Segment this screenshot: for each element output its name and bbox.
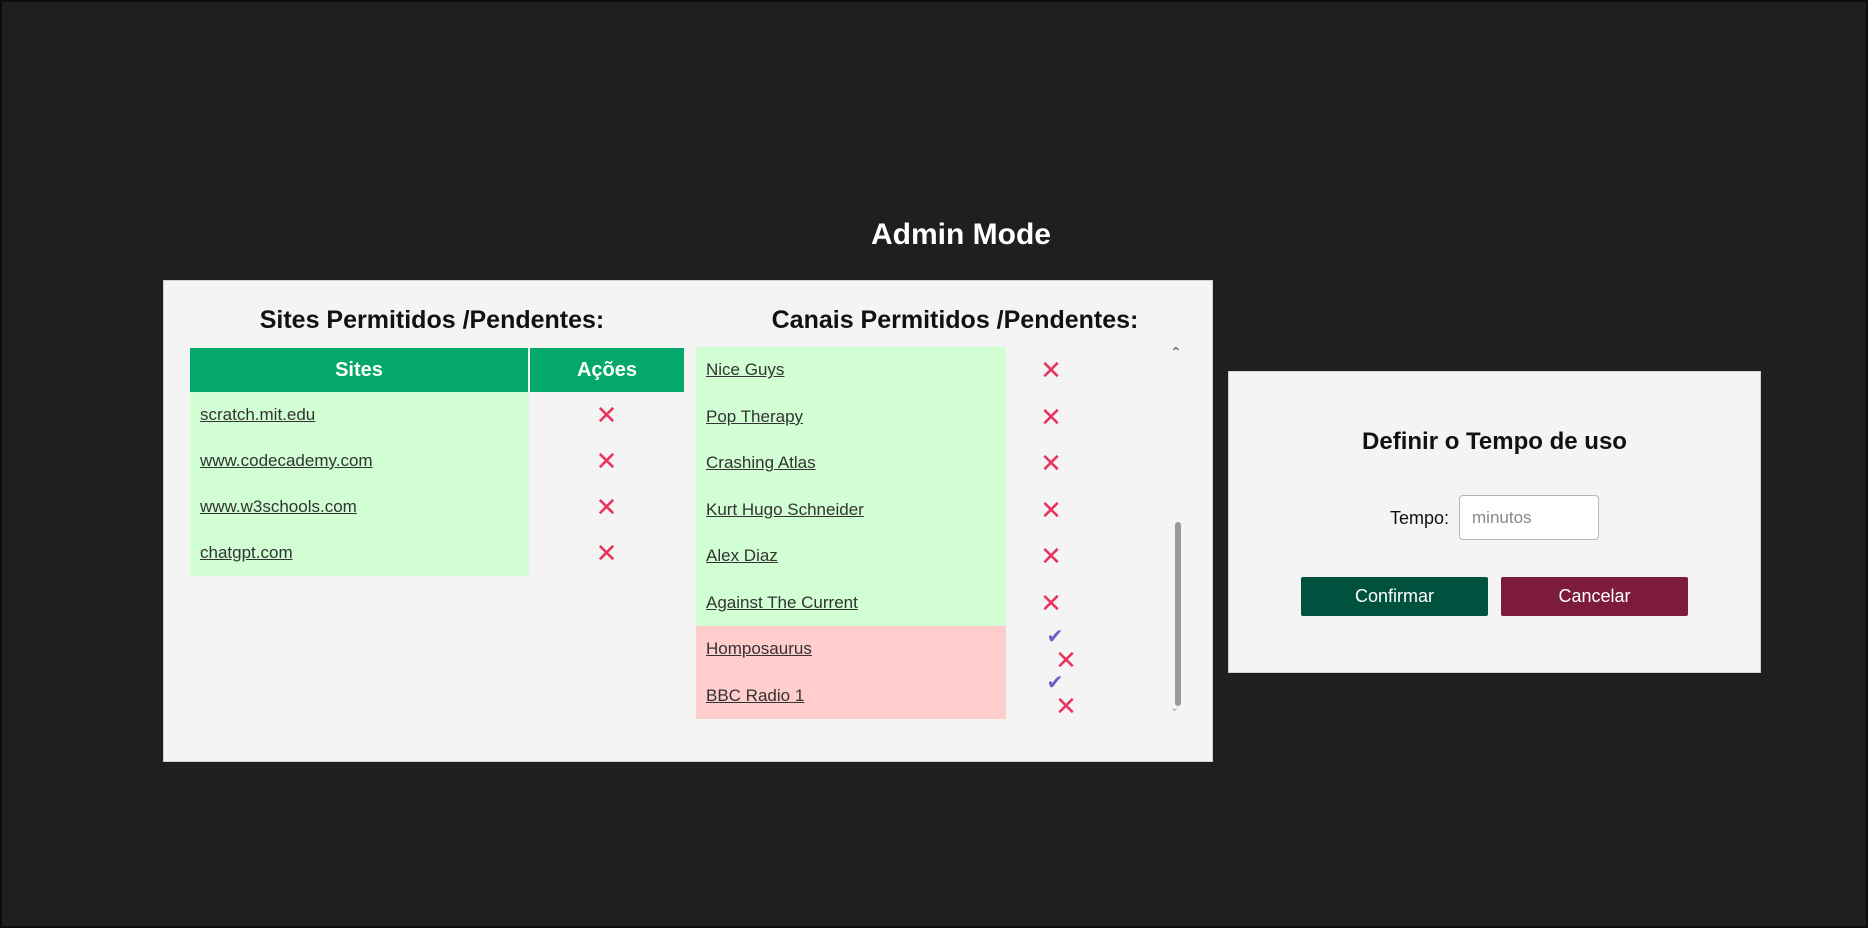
remove-icon[interactable]: ✕ <box>1040 404 1062 430</box>
site-cell: www.codecademy.com <box>190 438 529 484</box>
cancel-button[interactable]: Cancelar <box>1501 577 1688 616</box>
channel-cell: Nice Guys <box>696 347 1006 394</box>
table-row: www.w3schools.com ✕ <box>190 484 684 530</box>
site-cell: www.w3schools.com <box>190 484 529 530</box>
table-row: BBC Radio 1 ✔✕ <box>696 672 1096 720</box>
channel-link[interactable]: Crashing Atlas <box>706 453 816 472</box>
remove-icon[interactable]: ✕ <box>596 540 618 566</box>
channel-link[interactable]: Nice Guys <box>706 360 784 379</box>
action-cell: ✕ <box>1006 440 1096 487</box>
time-limit-panel: Definir o Tempo de uso Tempo: Confirmar … <box>1228 371 1761 673</box>
table-row: scratch.mit.edu ✕ <box>190 392 684 438</box>
channel-cell: Kurt Hugo Schneider <box>696 486 1006 533</box>
channel-cell: Crashing Atlas <box>696 440 1006 487</box>
scroll-up-icon[interactable]: ⌃ <box>1170 344 1182 361</box>
tempo-input[interactable] <box>1459 495 1599 540</box>
remove-icon[interactable]: ✕ <box>1040 497 1062 523</box>
channel-cell: Alex Diaz <box>696 533 1006 580</box>
action-cell: ✕ <box>1006 347 1096 394</box>
sites-column-header: Sites <box>190 348 530 392</box>
action-cell: ✕ <box>1006 533 1096 580</box>
channel-cell: BBC Radio 1 <box>696 672 1006 720</box>
action-cell: ✔✕ <box>1006 672 1096 720</box>
action-cell: ✕ <box>529 438 684 484</box>
channels-table: Nice Guys ✕ Pop Therapy ✕ Crashing Atlas… <box>696 347 1096 720</box>
page-title: Admin Mode <box>871 218 1051 251</box>
sites-table: Sites Ações scratch.mit.edu ✕ www.codeca… <box>190 348 684 576</box>
channel-cell: Homposaurus <box>696 626 1006 673</box>
site-link[interactable]: scratch.mit.edu <box>200 405 315 424</box>
table-row: chatgpt.com ✕ <box>190 530 684 576</box>
remove-icon[interactable]: ✕ <box>1055 647 1077 673</box>
action-cell: ✕ <box>529 392 684 438</box>
tempo-label: Tempo: <box>1390 508 1450 528</box>
sites-table-header: Sites Ações <box>190 348 684 392</box>
approve-icon[interactable]: ✔ <box>1047 673 1064 693</box>
table-row: Pop Therapy ✕ <box>696 393 1096 440</box>
table-row: Kurt Hugo Schneider ✕ <box>696 486 1096 533</box>
remove-icon[interactable]: ✕ <box>596 494 618 520</box>
table-row: Nice Guys ✕ <box>696 347 1096 394</box>
remove-icon[interactable]: ✕ <box>1040 543 1062 569</box>
channels-section-title: Canais Permitidos /Pendentes: <box>771 306 1139 334</box>
site-cell: scratch.mit.edu <box>190 392 529 438</box>
site-cell: chatgpt.com <box>190 530 529 576</box>
remove-icon[interactable]: ✕ <box>596 448 618 474</box>
channel-link[interactable]: Kurt Hugo Schneider <box>706 500 864 519</box>
remove-icon[interactable]: ✕ <box>1055 693 1077 719</box>
remove-icon[interactable]: ✕ <box>1040 590 1062 616</box>
channel-link[interactable]: Homposaurus <box>706 639 812 658</box>
scrollbar-thumb[interactable] <box>1175 522 1181 706</box>
remove-icon[interactable]: ✕ <box>1040 450 1062 476</box>
confirm-button[interactable]: Confirmar <box>1301 577 1488 616</box>
action-cell: ✕ <box>1006 486 1096 533</box>
channel-link[interactable]: Pop Therapy <box>706 407 803 426</box>
table-row: www.codecademy.com ✕ <box>190 438 684 484</box>
table-row: Crashing Atlas ✕ <box>696 440 1096 487</box>
action-cell: ✕ <box>1006 579 1096 626</box>
table-row: Homposaurus ✔✕ <box>696 626 1096 673</box>
action-cell: ✔✕ <box>1006 626 1096 673</box>
action-cell: ✕ <box>1006 393 1096 440</box>
lists-panel: Sites Permitidos /Pendentes: Sites Ações… <box>163 280 1213 762</box>
channel-cell: Pop Therapy <box>696 393 1006 440</box>
site-link[interactable]: www.w3schools.com <box>200 497 357 516</box>
action-cell: ✕ <box>529 530 684 576</box>
channel-link[interactable]: BBC Radio 1 <box>706 686 804 705</box>
actions-column-header: Ações <box>529 348 684 392</box>
remove-icon[interactable]: ✕ <box>1040 357 1062 383</box>
table-row: Against The Current ✕ <box>696 579 1096 626</box>
remove-icon[interactable]: ✕ <box>596 402 618 428</box>
sites-section-title: Sites Permitidos /Pendentes: <box>259 306 605 334</box>
site-link[interactable]: chatgpt.com <box>200 543 293 562</box>
action-cell: ✕ <box>529 484 684 530</box>
channels-scroll-area[interactable]: Nice Guys ✕ Pop Therapy ✕ Crashing Atlas… <box>696 347 1192 741</box>
channel-link[interactable]: Alex Diaz <box>706 546 778 565</box>
channel-cell: Against The Current <box>696 579 1006 626</box>
site-link[interactable]: www.codecademy.com <box>200 451 373 470</box>
time-panel-title: Definir o Tempo de uso <box>1362 428 1627 455</box>
channel-link[interactable]: Against The Current <box>706 593 858 612</box>
approve-icon[interactable]: ✔ <box>1047 627 1064 647</box>
table-row: Alex Diaz ✕ <box>696 533 1096 580</box>
scroll-down-icon[interactable]: ⌄ <box>1170 701 1179 714</box>
